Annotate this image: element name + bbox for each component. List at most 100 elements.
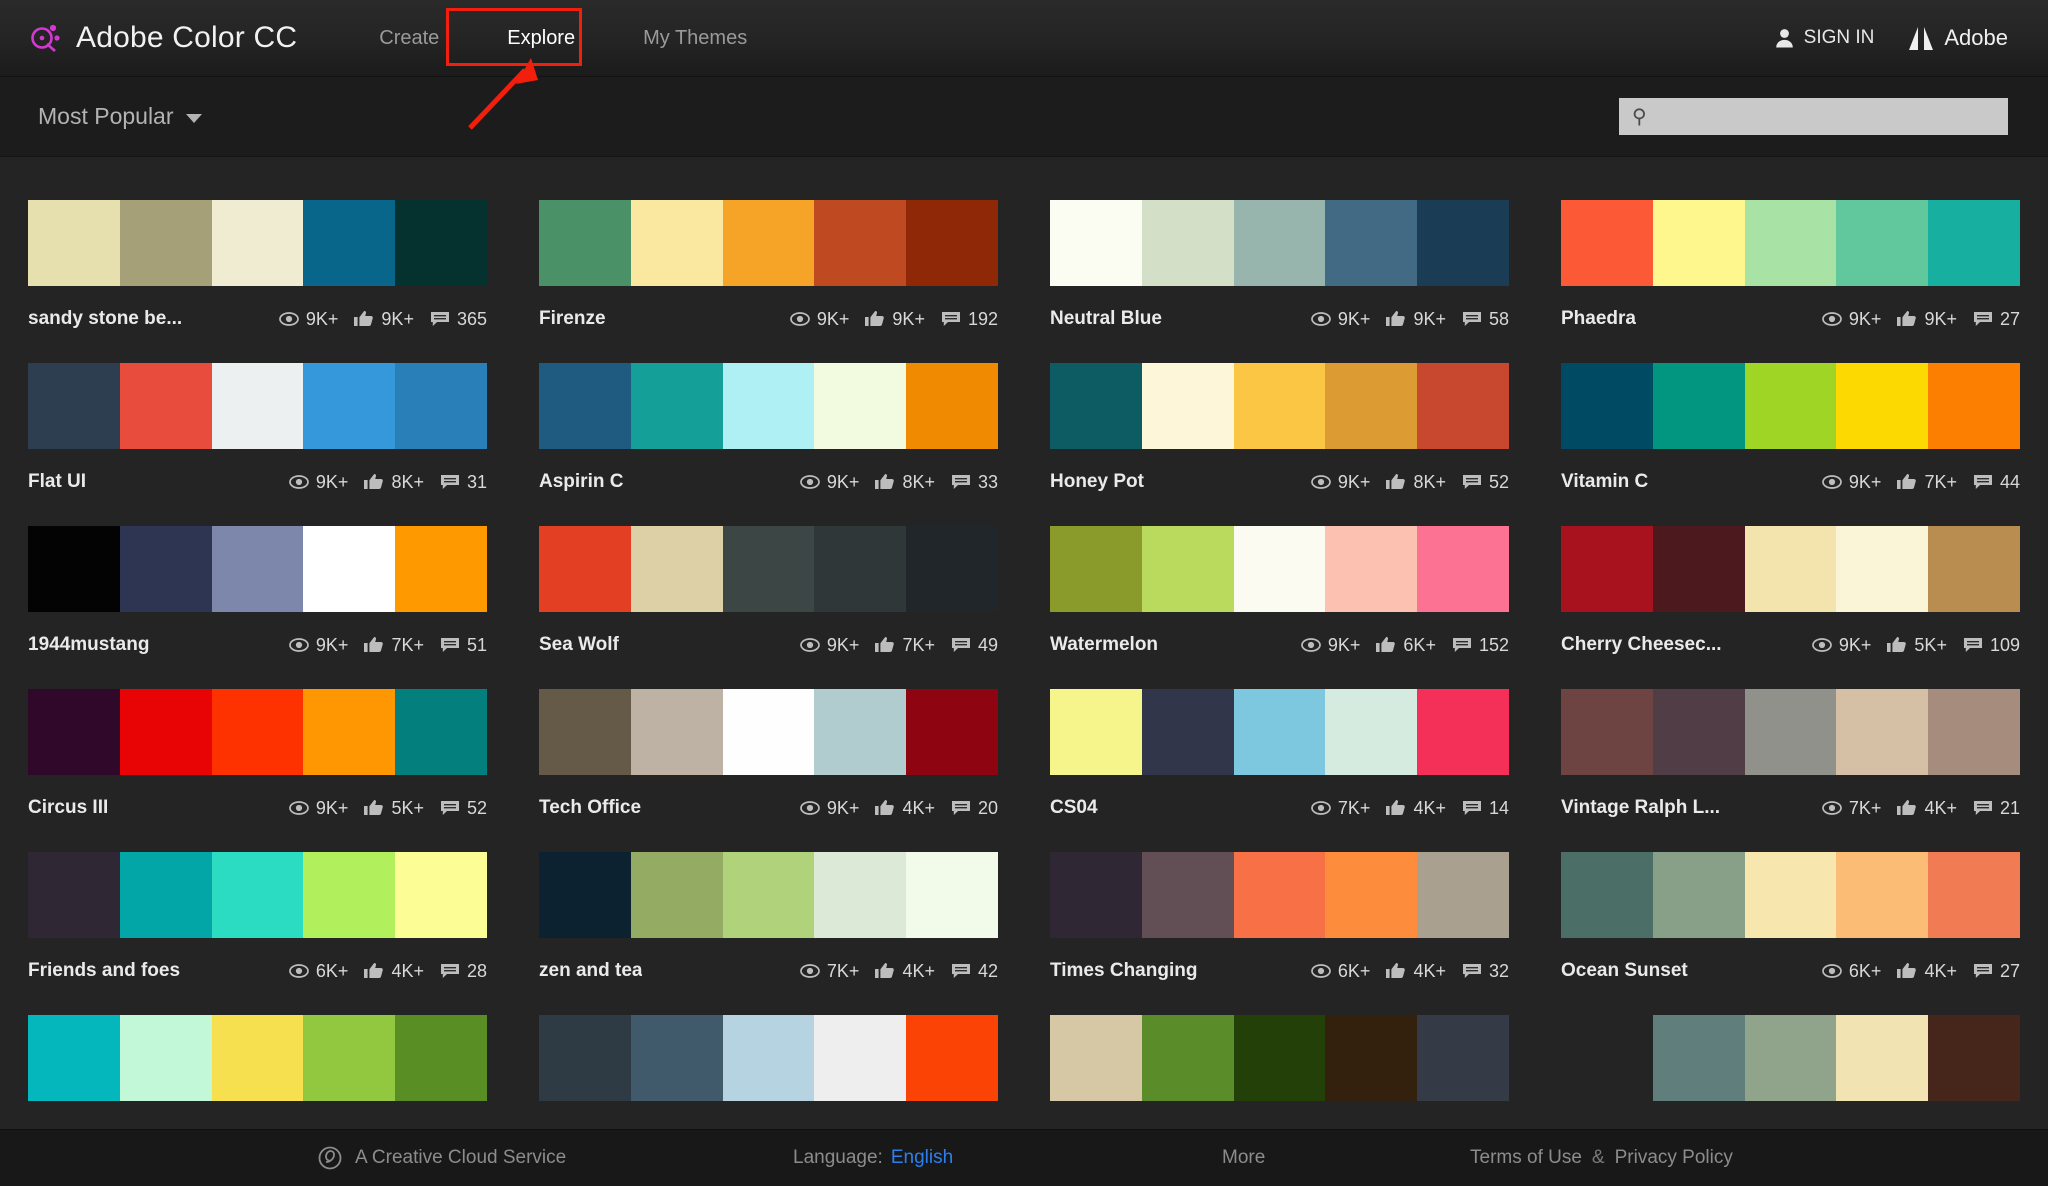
color-swatch[interactable] (1417, 200, 1509, 286)
color-swatch[interactable] (1561, 1015, 1653, 1101)
color-swatch[interactable] (1141, 363, 1234, 449)
color-swatch[interactable] (211, 1015, 304, 1101)
theme-card[interactable]: Tech Office 9K+ 4K+ 20 (539, 658, 998, 821)
color-swatch[interactable] (1928, 363, 2020, 449)
color-swatch[interactable] (395, 852, 487, 938)
color-swatch[interactable] (119, 689, 212, 775)
color-swatch[interactable] (303, 526, 396, 612)
color-swatch[interactable] (1233, 852, 1326, 938)
theme-swatch-strip[interactable] (28, 852, 487, 938)
color-swatch[interactable] (303, 1015, 396, 1101)
color-swatch[interactable] (906, 526, 998, 612)
color-swatch[interactable] (1417, 526, 1509, 612)
color-swatch[interactable] (211, 689, 304, 775)
theme-title[interactable]: Aspirin C (539, 471, 623, 493)
color-swatch[interactable] (28, 1015, 120, 1101)
color-swatch[interactable] (1141, 852, 1234, 938)
color-swatch[interactable] (1050, 689, 1142, 775)
color-swatch[interactable] (1325, 363, 1418, 449)
color-swatch[interactable] (1652, 526, 1745, 612)
color-swatch[interactable] (814, 526, 907, 612)
privacy-policy-link[interactable]: Privacy Policy (1615, 1147, 1733, 1169)
color-swatch[interactable] (1744, 526, 1837, 612)
theme-title[interactable]: Ocean Sunset (1561, 960, 1688, 982)
color-swatch[interactable] (1050, 363, 1142, 449)
theme-swatch-strip[interactable] (1050, 363, 1509, 449)
theme-swatch-strip[interactable] (1561, 689, 2020, 775)
theme-swatch-strip[interactable] (28, 689, 487, 775)
theme-swatch-strip[interactable] (539, 689, 998, 775)
theme-title[interactable]: Cherry Cheesec... (1561, 634, 1722, 656)
color-swatch[interactable] (1928, 200, 2020, 286)
color-swatch[interactable] (630, 363, 723, 449)
color-swatch[interactable] (906, 852, 998, 938)
color-swatch[interactable] (814, 689, 907, 775)
color-swatch[interactable] (722, 526, 815, 612)
color-swatch[interactable] (119, 1015, 212, 1101)
color-swatch[interactable] (1141, 526, 1234, 612)
color-swatch[interactable] (1233, 200, 1326, 286)
color-swatch[interactable] (539, 526, 631, 612)
adobe-link[interactable]: Adobe (1908, 25, 2008, 51)
color-swatch[interactable] (814, 1015, 907, 1101)
theme-swatch-strip[interactable] (1050, 526, 1509, 612)
color-swatch[interactable] (1050, 852, 1142, 938)
color-swatch[interactable] (303, 689, 396, 775)
color-swatch[interactable] (906, 1015, 998, 1101)
color-swatch[interactable] (1836, 1015, 1929, 1101)
theme-card[interactable]: Neutral Blue 9K+ 9K+ 58 (1050, 169, 1509, 332)
theme-card[interactable]: zen and tea 7K+ 4K+ 42 (539, 821, 998, 984)
theme-card[interactable] (539, 984, 998, 1101)
theme-title[interactable]: Flat UI (28, 471, 86, 493)
color-swatch[interactable] (1325, 1015, 1418, 1101)
theme-card[interactable]: Friends and foes 6K+ 4K+ 28 (28, 821, 487, 984)
color-swatch[interactable] (303, 363, 396, 449)
theme-swatch-strip[interactable] (1050, 852, 1509, 938)
color-swatch[interactable] (1652, 200, 1745, 286)
themes-scroll-area[interactable]: sandy stone be... 9K+ 9K+ 365 Firenze 9K+ 9K+ 1… (0, 157, 2048, 1129)
color-swatch[interactable] (814, 200, 907, 286)
color-swatch[interactable] (722, 1015, 815, 1101)
color-swatch[interactable] (1561, 852, 1653, 938)
color-swatch[interactable] (1744, 852, 1837, 938)
nav-item-my-themes[interactable]: My Themes (609, 0, 781, 76)
theme-title[interactable]: Watermelon (1050, 634, 1158, 656)
theme-title[interactable]: 1944mustang (28, 634, 149, 656)
theme-swatch-strip[interactable] (1561, 200, 2020, 286)
color-swatch[interactable] (1233, 526, 1326, 612)
theme-title[interactable]: CS04 (1050, 797, 1098, 819)
theme-card[interactable] (1050, 984, 1509, 1101)
color-swatch[interactable] (1325, 526, 1418, 612)
color-swatch[interactable] (395, 363, 487, 449)
color-swatch[interactable] (211, 526, 304, 612)
color-swatch[interactable] (1744, 689, 1837, 775)
color-swatch[interactable] (539, 200, 631, 286)
color-swatch[interactable] (1928, 1015, 2020, 1101)
color-swatch[interactable] (1652, 363, 1745, 449)
theme-card[interactable]: sandy stone be... 9K+ 9K+ 365 (28, 169, 487, 332)
color-swatch[interactable] (1050, 1015, 1142, 1101)
color-swatch[interactable] (28, 689, 120, 775)
color-swatch[interactable] (1652, 1015, 1745, 1101)
theme-swatch-strip[interactable] (28, 200, 487, 286)
theme-swatch-strip[interactable] (539, 852, 998, 938)
theme-swatch-strip[interactable] (28, 526, 487, 612)
color-swatch[interactable] (1417, 689, 1509, 775)
color-swatch[interactable] (1050, 526, 1142, 612)
theme-swatch-strip[interactable] (539, 526, 998, 612)
color-swatch[interactable] (1652, 852, 1745, 938)
color-swatch[interactable] (1744, 200, 1837, 286)
language-link[interactable]: English (891, 1147, 953, 1168)
color-swatch[interactable] (1561, 363, 1653, 449)
color-swatch[interactable] (1928, 526, 2020, 612)
theme-swatch-strip[interactable] (1561, 1015, 2020, 1101)
color-swatch[interactable] (303, 852, 396, 938)
theme-title[interactable]: Firenze (539, 308, 606, 330)
color-swatch[interactable] (1050, 200, 1142, 286)
color-swatch[interactable] (906, 689, 998, 775)
color-swatch[interactable] (1836, 689, 1929, 775)
theme-title[interactable]: Friends and foes (28, 960, 180, 982)
theme-card[interactable] (1561, 984, 2020, 1101)
theme-title[interactable]: Phaedra (1561, 308, 1636, 330)
color-swatch[interactable] (211, 200, 304, 286)
